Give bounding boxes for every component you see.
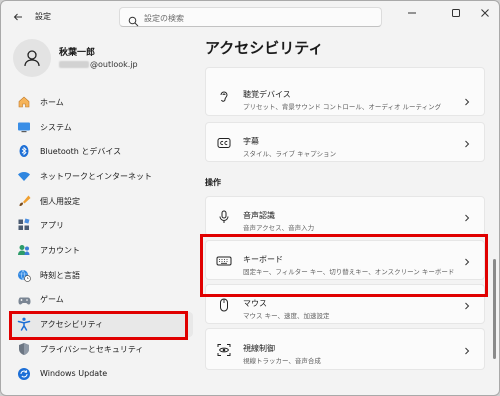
sidebar-item-gaming[interactable]: ゲーム (9, 288, 193, 313)
maximize-button[interactable] (443, 4, 469, 22)
sidebar-item-label: Windows Update (40, 369, 108, 379)
sidebar-item-label: 時刻と言語 (40, 270, 80, 280)
update-icon (17, 367, 31, 381)
sidebar-item-network[interactable]: ネットワークとインターネット (9, 164, 193, 189)
search-placeholder: 設定の検索 (144, 14, 184, 23)
setting-card-eye-control[interactable]: 視線制御 視線トラッカー、音声合成 (205, 328, 485, 370)
back-arrow-icon (13, 13, 22, 21)
section-heading-interaction: 操作 (205, 178, 221, 187)
sidebar-item-label: システム (40, 122, 72, 132)
setting-title: 音声認識 (243, 211, 275, 220)
user-profile[interactable]: 秋葉一郎 @outlook.jp (13, 39, 193, 79)
apps-icon (17, 218, 31, 232)
chevron-right-icon (462, 301, 472, 311)
sidebar-item-label: アカウント (40, 245, 80, 255)
system-icon (17, 120, 31, 134)
sidebar-item-label: プライバシーとセキュリティ (40, 344, 144, 354)
microphone-icon (216, 209, 232, 225)
hearing-icon (216, 88, 232, 104)
sidebar-nav: ホーム システム Bluetooth とデバイス ネットワークとインターネット … (9, 90, 193, 386)
chevron-right-icon (462, 139, 472, 149)
user-name: 秋葉一郎 (59, 48, 96, 58)
page-title: アクセシビリティ (205, 39, 324, 57)
chevron-right-icon (462, 346, 472, 356)
minimize-icon (408, 12, 416, 14)
highlight-box-accessibility (9, 311, 188, 340)
redacted-email-local-part (59, 61, 89, 68)
setting-title: 聴覚デバイス (243, 90, 291, 99)
back-button[interactable] (9, 8, 27, 26)
setting-card-hearing-devices[interactable]: 聴覚デバイス プリセット、背景サウンド コントロール、オーディオ ルーティング (205, 67, 485, 116)
user-email: @outlook.jp (59, 60, 138, 69)
avatar (13, 39, 51, 77)
chevron-right-icon (462, 213, 472, 223)
maximize-icon (452, 9, 460, 17)
shield-icon (17, 342, 31, 356)
sidebar-item-label: ホーム (40, 97, 64, 107)
setting-title: 視線制御 (243, 344, 275, 353)
setting-subtitle: 視線トラッカー、音声合成 (243, 357, 321, 365)
sidebar-item-system[interactable]: システム (9, 115, 193, 140)
home-icon (17, 95, 31, 109)
app-title: 設定 (35, 12, 51, 21)
account-icon (17, 243, 31, 257)
setting-title: 字幕 (243, 137, 259, 146)
sidebar-item-windows-update[interactable]: Windows Update (9, 362, 193, 387)
eye-control-icon (216, 342, 232, 358)
sidebar-item-privacy-security[interactable]: プライバシーとセキュリティ (9, 337, 193, 362)
sidebar-item-label: Bluetooth とデバイス (40, 147, 122, 157)
vertical-scrollbar[interactable] (493, 259, 496, 359)
sidebar-item-time-language[interactable]: 時刻と言語 (9, 263, 193, 288)
sidebar-item-accounts[interactable]: アカウント (9, 238, 193, 263)
bluetooth-icon (17, 144, 31, 158)
sidebar-item-label: ゲーム (40, 295, 64, 305)
highlight-box-keyboard (200, 234, 488, 297)
setting-card-captions[interactable]: 字幕 スタイル、ライブ キャプション (205, 122, 485, 162)
search-input[interactable]: 設定の検索 (119, 7, 382, 27)
sidebar-item-personalization[interactable]: 個人用設定 (9, 189, 193, 214)
title-bar: 設定 設定の検索 (1, 1, 499, 33)
sidebar-item-apps[interactable]: アプリ (9, 213, 193, 238)
sidebar-item-bluetooth[interactable]: Bluetooth とデバイス (9, 139, 193, 164)
search-icon (128, 12, 139, 31)
globe-clock-icon (17, 268, 31, 282)
setting-subtitle: 音声アクセス、音声入力 (243, 224, 315, 232)
captions-icon (216, 135, 232, 151)
game-icon (17, 293, 31, 307)
mouse-icon (216, 297, 232, 313)
sidebar-item-home[interactable]: ホーム (9, 90, 193, 115)
sidebar-item-label: 個人用設定 (40, 196, 80, 206)
setting-subtitle: マウス キー、速度、加速設定 (243, 312, 330, 320)
person-icon (24, 50, 40, 67)
chevron-right-icon (462, 97, 472, 107)
sidebar-item-label: ネットワークとインターネット (40, 171, 152, 181)
brush-icon (17, 194, 31, 208)
close-button[interactable] (472, 4, 498, 22)
minimize-button[interactable] (399, 4, 425, 22)
setting-subtitle: プリセット、背景サウンド コントロール、オーディオ ルーティング (243, 103, 442, 111)
setting-subtitle: スタイル、ライブ キャプション (243, 150, 337, 158)
setting-title: マウス (243, 299, 267, 308)
sidebar-item-label: アプリ (40, 221, 64, 231)
wifi-icon (17, 169, 31, 183)
email-domain: @outlook.jp (90, 60, 138, 69)
close-icon (481, 9, 489, 17)
settings-window: 設定 設定の検索 秋葉一郎 @outlook.jp ホーム システム Bluet… (0, 0, 500, 396)
setting-card-speech[interactable]: 音声認識 音声アクセス、音声入力 (205, 196, 485, 236)
